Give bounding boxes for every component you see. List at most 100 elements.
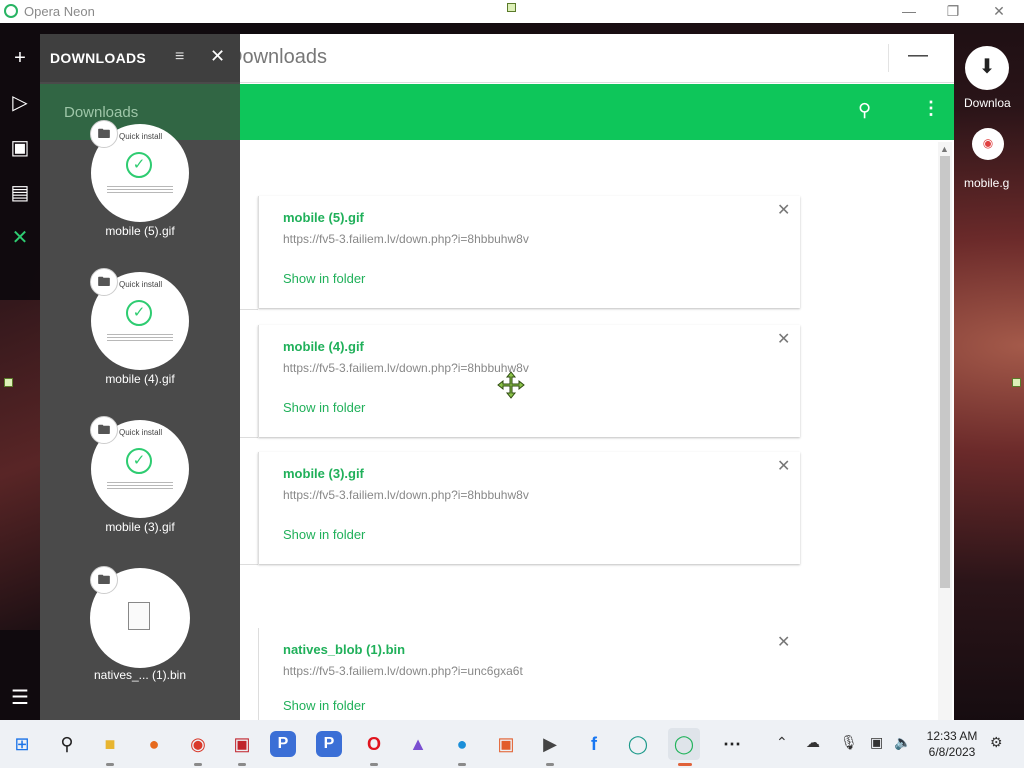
bubble-label: mobile (4).gif [105,372,175,386]
running-indicator [458,763,466,766]
opera-neon-icon[interactable]: ◯ [668,728,700,760]
folder-icon[interactable]: 🖿 [90,566,118,594]
download-item: mobile (5).gif https://fv5-3.failiem.lv/… [258,196,800,308]
opera-neon-logo-icon [4,4,18,18]
p-app-icon[interactable]: P [270,731,296,757]
maximize-button[interactable]: ❐ [944,2,962,20]
menu-icon[interactable]: ☰ [8,686,32,710]
image-icon[interactable]: ▤ [8,181,32,205]
camera-app-icon[interactable]: ▣ [226,728,258,760]
download-name[interactable]: mobile (4).gif [283,339,364,354]
file-explorer-icon[interactable]: ■ [94,728,126,760]
notifications-icon[interactable]: ⚙ [990,734,1003,751]
active-indicator [678,763,692,766]
show-in-folder-link[interactable]: Show in folder [283,698,365,713]
panel-ghost-title: Downloads [64,104,139,121]
fine-print [107,186,173,194]
panel-header: DOWNLOADS ≡ ✕ [40,34,240,82]
gif-icon: ◉ [982,136,994,150]
dock-gif-item[interactable]: ◉ [972,128,1004,160]
download-name[interactable]: mobile (5).gif [283,210,364,225]
running-indicator [546,763,554,766]
folder-icon[interactable]: 🖿 [90,416,118,444]
minimize-button[interactable]: — [900,2,918,20]
bubble-label: mobile (5).gif [105,224,175,238]
panel-title: DOWNLOADS [50,50,147,66]
download-url: https://fv5-3.failiem.lv/down.php?i=8hbb… [283,488,529,502]
edge-icon[interactable]: ● [446,728,478,760]
opera-gx-icon[interactable]: ◯ [622,728,654,760]
folder-icon[interactable]: 🖿 [90,268,118,296]
facebook-icon[interactable]: f [578,728,610,760]
check-icon: ✓ [126,152,152,178]
bubble-label: mobile (3).gif [105,520,175,534]
quick-install-label: Quick install [119,132,163,141]
start-icon[interactable]: ⊞ [6,728,38,760]
search-icon[interactable]: ⚲ [858,100,871,121]
remove-download-icon[interactable]: ✕ [777,200,790,220]
network-icon[interactable]: ▣ [870,734,883,751]
remove-download-icon[interactable]: ✕ [777,329,790,349]
more-icon[interactable]: ⋯ [716,728,748,760]
download-icon: ⬇ [978,56,996,78]
downloads-toolbar: ⚲ ⋮ [240,84,954,140]
show-in-folder-link[interactable]: Show in folder [283,400,365,415]
office-icon[interactable]: ▣ [490,728,522,760]
download-item: mobile (4).gif https://fv5-3.failiem.lv/… [258,325,800,437]
quick-install-label: Quick install [119,280,163,289]
download-url: https://fv5-3.failiem.lv/down.php?i=unc6… [283,664,523,678]
show-in-folder-link[interactable]: Show in folder [283,527,365,542]
firefox-icon[interactable]: ● [138,728,170,760]
download-url: https://fv5-3.failiem.lv/down.php?i=8hbb… [283,232,529,246]
chrome-icon[interactable]: ◉ [182,728,214,760]
volume-icon[interactable]: 🔈 [894,734,911,751]
running-indicator [370,763,378,766]
taskbar: ⊞ ⚲ ■ ● ◉ ▣ P P O ▲ ● ▣ ▶ f ◯ ◯ ⋯ ⌃ ☁ 🎙 … [0,720,1024,768]
minimize-panel-button[interactable]: — [908,44,928,67]
running-indicator [106,763,114,766]
show-in-folder-link[interactable]: Show in folder [283,271,365,286]
quick-install-label: Quick install [119,428,163,437]
close-x-icon[interactable]: ✕ [8,226,32,250]
microphone-icon[interactable]: 🎙 [840,734,858,751]
camera-icon[interactable]: ▣ [8,136,32,160]
download-url: https://fv5-3.failiem.lv/down.php?i=8hbb… [283,361,529,375]
more-options-icon[interactable]: ⋮ [922,98,940,119]
fine-print [107,334,173,342]
download-name[interactable]: natives_blob (1).bin [283,642,405,657]
play-icon[interactable]: ▷ [8,91,32,115]
cloud-offline-icon[interactable]: ☁ [806,734,820,751]
dock-label: Downloa [964,96,1011,110]
p-app-2-icon[interactable]: P [316,731,342,757]
search-icon[interactable]: ⚲ [51,728,83,760]
download-name[interactable]: mobile (3).gif [283,466,364,481]
check-icon: ✓ [126,300,152,326]
plus-icon[interactable]: + [8,46,32,70]
folder-icon[interactable]: 🖿 [90,120,118,148]
bubble-label: natives_... (1).bin [93,668,187,682]
scrollbar-thumb[interactable] [940,156,950,588]
chevron-up-icon[interactable]: ⌃ [776,734,788,751]
downloads-sidebar-panel: DOWNLOADS ≡ ✕ Downloads Quick install ✓ … [40,34,240,720]
remove-download-icon[interactable]: ✕ [777,456,790,476]
running-indicator [194,763,202,766]
clapper-icon[interactable]: ▲ [402,728,434,760]
resize-handle[interactable] [1012,378,1021,387]
remove-download-icon[interactable]: ✕ [777,632,790,652]
resize-handle[interactable] [4,378,13,387]
running-indicator [238,763,246,766]
document-icon [128,602,150,630]
download-item: mobile (3).gif https://fv5-3.failiem.lv/… [258,452,800,564]
media-player-icon[interactable]: ▶ [534,728,566,760]
opera-icon[interactable]: O [358,728,390,760]
close-window-button[interactable]: ✕ [990,2,1008,20]
panel-close-icon[interactable]: ✕ [210,46,225,67]
scroll-up-arrow-icon[interactable]: ▲ [940,144,949,154]
panel-menu-icon[interactable]: ≡ [175,48,184,66]
dock-download-item[interactable]: ⬇ [965,46,1009,90]
window-title: Opera Neon [24,4,95,19]
system-clock[interactable]: 12:33 AM 6/8/2023 [922,728,982,760]
address-divider [888,44,889,72]
resize-handle[interactable] [507,3,516,12]
clock-date: 6/8/2023 [928,745,976,759]
